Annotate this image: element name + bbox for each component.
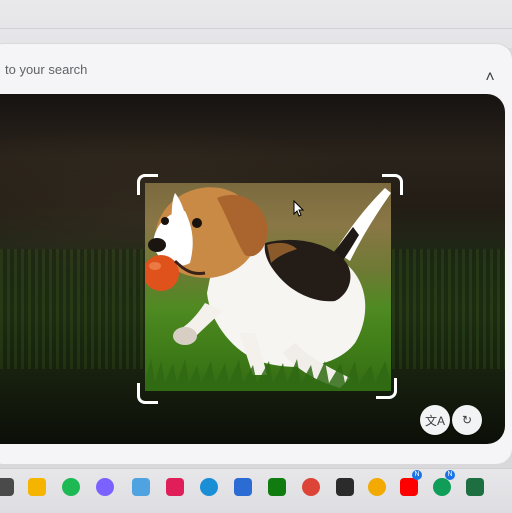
translate-icon: 文A xyxy=(424,413,445,428)
beagle-puppy-illustration xyxy=(145,187,391,391)
store-icon[interactable] xyxy=(234,478,252,496)
window-top-area xyxy=(0,0,512,48)
chrome-canary-icon[interactable] xyxy=(368,478,386,496)
xbox-icon[interactable] xyxy=(268,478,286,496)
refresh-button[interactable]: ↻ xyxy=(452,405,482,435)
crop-corner-top-left[interactable] xyxy=(137,174,158,195)
crop-corner-top-right[interactable] xyxy=(382,174,403,195)
selected-image-region[interactable] xyxy=(145,183,391,391)
notification-badge: N xyxy=(412,470,422,480)
refresh-icon: ↻ xyxy=(461,413,473,427)
terminal-icon[interactable] xyxy=(336,478,354,496)
mouse-cursor-icon xyxy=(293,200,305,217)
start-icon[interactable] xyxy=(0,478,14,496)
edge-icon[interactable] xyxy=(200,478,218,496)
file-explorer-icon[interactable] xyxy=(28,478,46,496)
youtube-music-icon[interactable] xyxy=(400,478,418,496)
crop-corner-bottom-left[interactable] xyxy=(137,383,158,404)
chrome-icon[interactable] xyxy=(302,478,320,496)
photos-icon[interactable] xyxy=(132,478,150,496)
notification-badge: N xyxy=(445,470,455,480)
translate-button[interactable]: 文A xyxy=(420,405,450,435)
copilot-icon[interactable] xyxy=(96,478,114,496)
chrome-profile-icon[interactable] xyxy=(433,478,451,496)
slack-icon[interactable] xyxy=(166,478,184,496)
window-divider xyxy=(0,28,512,29)
search-header-text: to your search xyxy=(5,62,88,77)
spotify-icon[interactable] xyxy=(62,478,80,496)
excel-icon[interactable] xyxy=(466,478,484,496)
chevron-up-icon[interactable]: ˄ xyxy=(478,68,502,88)
crop-corner-bottom-right[interactable] xyxy=(376,378,397,399)
